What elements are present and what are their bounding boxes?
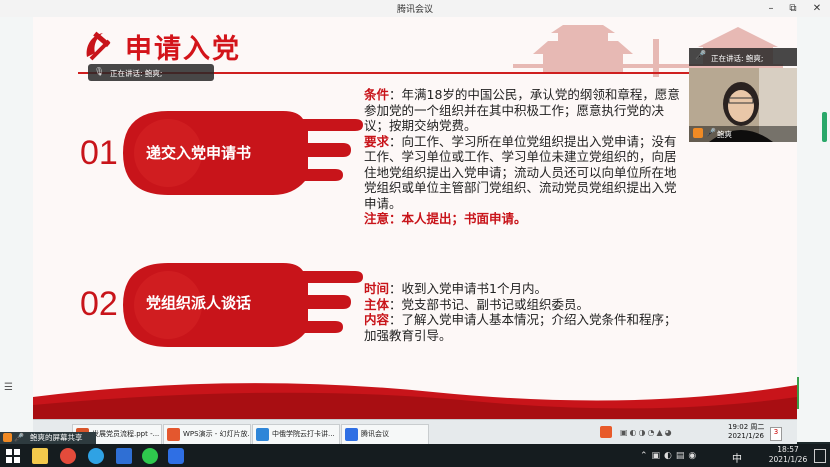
subject-text: ：党支部书记、副书记或组织委员。 (389, 296, 590, 312)
taskbar-item-label: 腾讯会议 (361, 430, 389, 438)
volume-level-bar (822, 112, 827, 142)
user-icon (3, 433, 12, 442)
chrome-icon[interactable] (60, 448, 76, 464)
step2-description: 时间：收到入党申请书1个月内。 主体：党支部书记、副书记或组织委员。 内容：了解… (364, 281, 682, 343)
content-key: 内容 (364, 312, 390, 327)
notification-badge[interactable]: 3 (770, 427, 782, 441)
time-key: 时间 (364, 281, 390, 296)
note-text: ：本人提出；书面申请。 (389, 211, 527, 226)
taskbar-item-label: WPS演示 - 幻灯片放... (183, 430, 251, 438)
tencent-meeting-icon (345, 427, 358, 441)
taskbar-item-checkin[interactable]: 中俄学院云打卡讲... (252, 424, 340, 445)
wechat-icon[interactable] (142, 448, 158, 464)
requirement-key: 要求 (364, 133, 390, 149)
content-text: ：了解入党申请人基本情况；介绍入党条件和程序；加强教育引导。 (364, 312, 677, 343)
step2-number: 02 (80, 285, 118, 323)
tencent-meeting-taskbar-icon[interactable] (168, 448, 184, 464)
microphone-icon: 🎤 (695, 51, 707, 61)
inner-clock: 19:02 周二 2021/1/26 (728, 423, 764, 441)
participant-name: 鲍爽 (717, 130, 732, 139)
user-icon (693, 128, 703, 138)
speaking-indicator-top: 🎤 正在讲话: 鲍爽; (689, 48, 797, 66)
slide-title: 申请入党 (125, 34, 241, 65)
time-text: ：收到入党申请书1个月内。 (389, 281, 547, 296)
screen-share-bar[interactable]: 🎤 鲍爽的屏幕共享 (0, 432, 96, 444)
step2-label: 党组织派人谈话 (146, 294, 252, 312)
window-title: 腾讯会议 (396, 5, 433, 15)
taskbar-item-wps[interactable]: WPS演示 - 幻灯片放... (163, 424, 251, 445)
bottom-wave-decoration (33, 383, 797, 419)
ime-indicator[interactable]: 中 (732, 450, 742, 465)
taskbar-item-tencent-meeting[interactable]: 腾讯会议 (341, 424, 429, 445)
note-key: 注意 (364, 211, 390, 226)
mic-icon: 🎤 (14, 433, 24, 442)
tray-icons[interactable]: ⌃▣◐▤◉ (640, 451, 700, 461)
close-button[interactable]: ✕ (806, 0, 828, 17)
window-titlebar: 腾讯会议 – ⧉ ✕ (0, 0, 830, 18)
requirement-text: ：向工作、学习所在单位党组织提出入党申请；没有工作、学习单位或工作、学习单位未建… (364, 133, 677, 211)
taskbar-item-label: 中俄学院云打卡讲... (272, 430, 335, 438)
menu-icon[interactable]: ☰ (4, 382, 13, 393)
maximize-button[interactable]: ⧉ (782, 0, 804, 17)
condition-text: ：年满18岁的中国公民，承认党的纲领和章程，愿意参加党的一个组织并在其中积极工作… (364, 87, 680, 133)
subject-key: 主体 (364, 296, 390, 312)
mic-active-icon: 🎤 (706, 128, 716, 137)
notification-center-icon[interactable] (814, 449, 826, 463)
wps-tray-icon[interactable] (600, 426, 612, 438)
left-side-panel: ☰ (0, 17, 33, 442)
speaking-label-top: 正在讲话: 鲍爽; (711, 54, 764, 63)
step1-number: 01 (80, 134, 118, 172)
inner-time: 19:02 周二 (728, 423, 765, 431)
participant-name-bar: 🎤 鲍爽 (689, 126, 797, 142)
file-explorer-icon[interactable] (32, 448, 48, 464)
clock-time: 18:57 (777, 445, 799, 454)
share-label: 鲍爽的屏幕共享 (30, 433, 83, 442)
minimize-button[interactable]: – (760, 0, 782, 17)
right-side-panel (794, 17, 830, 442)
inner-date: 2021/1/26 (728, 432, 764, 440)
edge-icon[interactable] (88, 448, 104, 464)
speaking-label: 正在讲话: 鲍爽; (110, 69, 163, 78)
microphone-icon: 🎙 (94, 67, 105, 76)
speaking-indicator: 🎙 正在讲话: 鲍爽; (88, 64, 214, 81)
clock-date: 2021/1/26 (768, 455, 808, 464)
system-tray-icons[interactable]: ▣◐◑◔▲◕ (620, 428, 720, 438)
step1-description: 条件：年满18岁的中国公民，承认党的纲领和章程，愿意参加党的一个组织并在其中积极… (364, 87, 682, 227)
taskbar-item-label: 发展党员流程.ppt -... (92, 430, 160, 438)
system-clock[interactable]: 18:57 2021/1/26 (766, 445, 810, 465)
step1-label: 递交入党申请书 (146, 144, 252, 162)
party-emblem-icon (81, 27, 117, 63)
condition-key: 条件 (364, 87, 390, 102)
app-icon (256, 427, 269, 441)
word-icon[interactable] (116, 448, 132, 464)
wps-icon (167, 427, 180, 441)
start-icon[interactable] (6, 448, 22, 464)
